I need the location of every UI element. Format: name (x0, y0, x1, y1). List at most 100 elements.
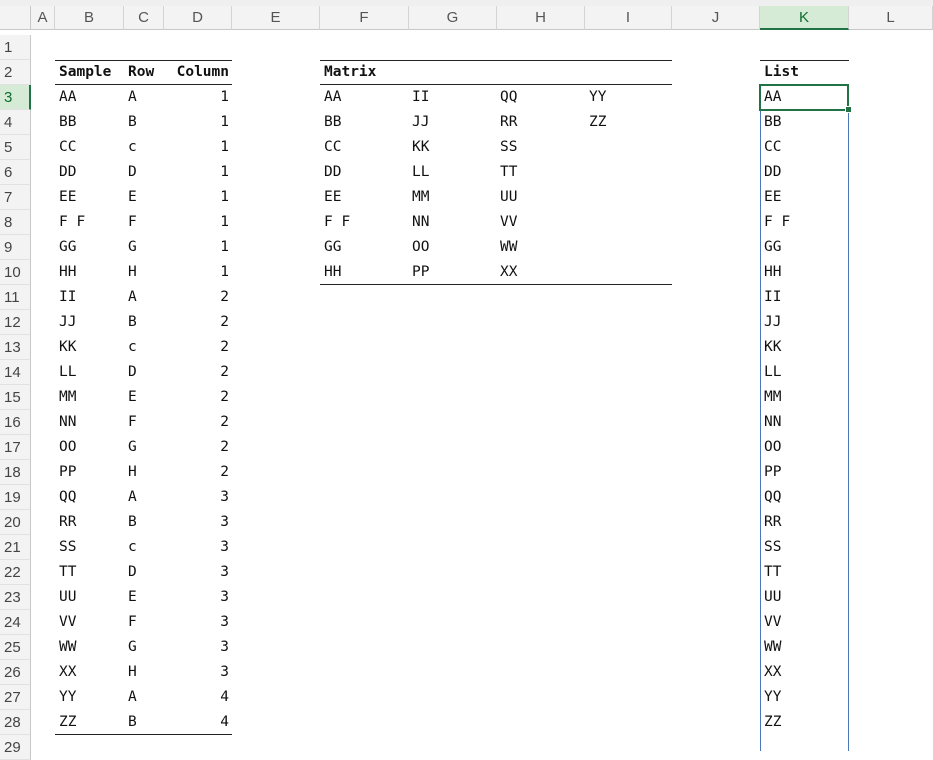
matrix-cell[interactable]: YY (589, 85, 606, 110)
select-all-corner[interactable] (0, 6, 31, 30)
sample-cell[interactable]: BB (59, 110, 76, 135)
row-cell[interactable]: D (128, 160, 137, 185)
list-item[interactable]: LL (764, 360, 781, 385)
column-header-j[interactable]: J (672, 6, 760, 30)
column-cell[interactable]: 1 (164, 210, 229, 235)
column-cell[interactable]: 2 (164, 435, 229, 460)
sample-cell[interactable]: SS (59, 535, 76, 560)
list-item[interactable]: MM (764, 385, 781, 410)
sample-cell[interactable]: XX (59, 660, 76, 685)
row-cell[interactable]: B (128, 110, 137, 135)
sample-cell[interactable]: UU (59, 585, 76, 610)
row-header-5[interactable]: 5 (0, 135, 31, 160)
row-header-10[interactable]: 10 (0, 260, 31, 285)
column-cell[interactable]: 3 (164, 535, 229, 560)
sample-cell[interactable]: PP (59, 460, 76, 485)
sample-cell[interactable]: HH (59, 260, 76, 285)
row-header-16[interactable]: 16 (0, 410, 31, 435)
sample-cell[interactable]: OO (59, 435, 76, 460)
matrix-cell[interactable]: F F (324, 210, 350, 235)
row-header-23[interactable]: 23 (0, 585, 31, 610)
row-header-11[interactable]: 11 (0, 285, 31, 310)
matrix-cell[interactable]: HH (324, 260, 341, 285)
column-cell[interactable]: 2 (164, 385, 229, 410)
column-cell[interactable]: 1 (164, 260, 229, 285)
row-header-17[interactable]: 17 (0, 435, 31, 460)
row-header-4[interactable]: 4 (0, 110, 31, 135)
row-cell[interactable]: G (128, 235, 137, 260)
sample-cell[interactable]: JJ (59, 310, 76, 335)
column-cell[interactable]: 2 (164, 460, 229, 485)
row-header-15[interactable]: 15 (0, 385, 31, 410)
row-cell[interactable]: A (128, 285, 137, 310)
sample-cell[interactable]: VV (59, 610, 76, 635)
list-item[interactable]: ZZ (764, 710, 781, 735)
row-cell[interactable]: E (128, 585, 137, 610)
row-cell[interactable]: A (128, 485, 137, 510)
column-cell[interactable]: 1 (164, 235, 229, 260)
row-header-25[interactable]: 25 (0, 635, 31, 660)
list-item[interactable]: NN (764, 410, 781, 435)
list-item[interactable]: VV (764, 610, 781, 635)
column-cell[interactable]: 1 (164, 85, 229, 110)
sample-cell[interactable]: WW (59, 635, 76, 660)
matrix-cell[interactable]: MM (412, 185, 429, 210)
row-header-6[interactable]: 6 (0, 160, 31, 185)
matrix-cell[interactable]: KK (412, 135, 429, 160)
matrix-cell[interactable]: WW (500, 235, 517, 260)
row-cell[interactable]: A (128, 85, 137, 110)
column-cell[interactable]: 4 (164, 685, 229, 710)
matrix-cell[interactable]: QQ (500, 85, 517, 110)
row-header-9[interactable]: 9 (0, 235, 31, 260)
sample-cell[interactable]: EE (59, 185, 76, 210)
matrix-cell[interactable]: OO (412, 235, 429, 260)
sample-cell[interactable]: RR (59, 510, 76, 535)
sample-cell[interactable]: GG (59, 235, 76, 260)
column-header-f[interactable]: F (320, 6, 409, 30)
row-cell[interactable]: B (128, 710, 137, 735)
row-header-13[interactable]: 13 (0, 335, 31, 360)
list-item[interactable]: F F (764, 210, 790, 235)
row-header-2[interactable]: 2 (0, 60, 31, 85)
sample-cell[interactable]: KK (59, 335, 76, 360)
list-item[interactable]: SS (764, 535, 781, 560)
matrix-cell[interactable]: ZZ (589, 110, 606, 135)
list-item[interactable]: TT (764, 560, 781, 585)
list-item[interactable]: OO (764, 435, 781, 460)
sample-cell[interactable]: YY (59, 685, 76, 710)
list-item[interactable]: II (764, 285, 781, 310)
list-item[interactable]: RR (764, 510, 781, 535)
list-item[interactable]: HH (764, 260, 781, 285)
list-item[interactable]: EE (764, 185, 781, 210)
list-item[interactable]: QQ (764, 485, 781, 510)
matrix-cell[interactable]: DD (324, 160, 341, 185)
column-cell[interactable]: 2 (164, 285, 229, 310)
list-item[interactable]: GG (764, 235, 781, 260)
sample-cell[interactable]: ZZ (59, 710, 76, 735)
column-header-l[interactable]: L (849, 6, 933, 30)
matrix-cell[interactable]: TT (500, 160, 517, 185)
row-cell[interactable]: B (128, 510, 137, 535)
column-cell[interactable]: 1 (164, 110, 229, 135)
list-item[interactable]: CC (764, 135, 781, 160)
row-header-12[interactable]: 12 (0, 310, 31, 335)
column-cell[interactable]: 2 (164, 335, 229, 360)
row-cell[interactable]: E (128, 385, 137, 410)
column-header-e[interactable]: E (232, 6, 320, 30)
row-cell[interactable]: c (128, 535, 137, 560)
column-header-g[interactable]: G (409, 6, 497, 30)
list-item[interactable]: PP (764, 460, 781, 485)
column-cell[interactable]: 3 (164, 485, 229, 510)
sample-cell[interactable]: QQ (59, 485, 76, 510)
matrix-cell[interactable]: JJ (412, 110, 429, 135)
sample-cell[interactable]: LL (59, 360, 76, 385)
column-header-b[interactable]: B (55, 6, 124, 30)
matrix-cell[interactable]: UU (500, 185, 517, 210)
row-cell[interactable]: G (128, 635, 137, 660)
sample-cell[interactable]: II (59, 285, 76, 310)
matrix-cell[interactable]: VV (500, 210, 517, 235)
row-header-8[interactable]: 8 (0, 210, 31, 235)
column-cell[interactable]: 3 (164, 510, 229, 535)
column-cell[interactable]: 1 (164, 135, 229, 160)
list-item[interactable]: BB (764, 110, 781, 135)
